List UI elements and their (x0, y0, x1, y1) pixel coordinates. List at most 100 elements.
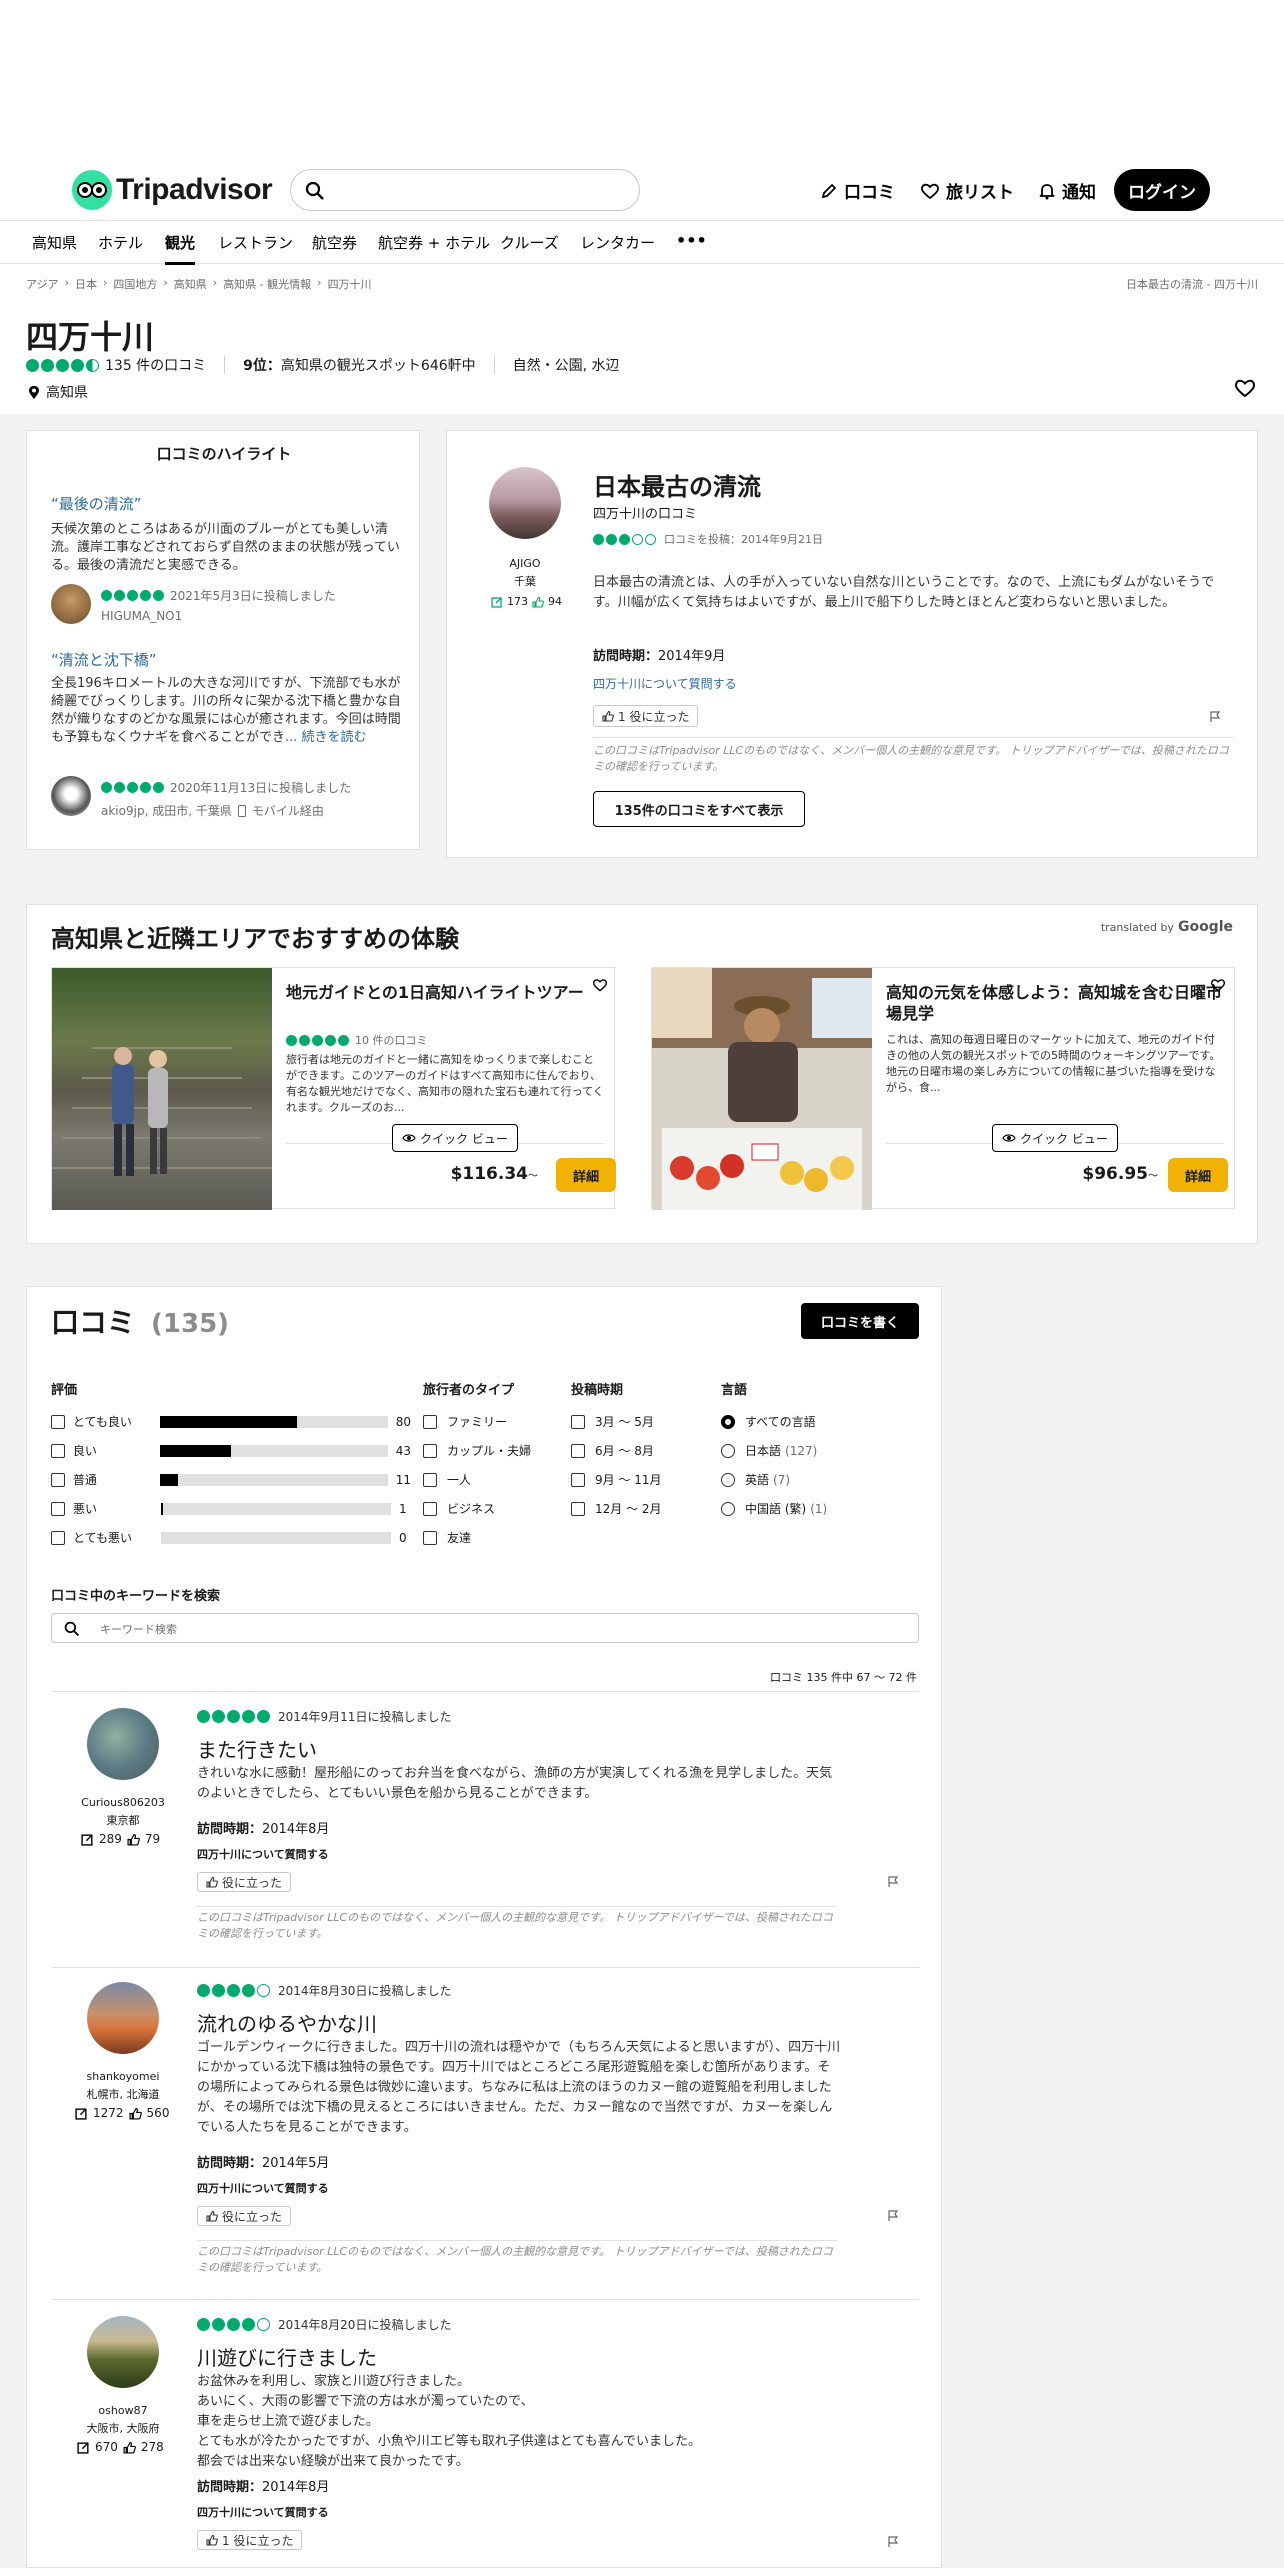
categories[interactable]: 自然・公園, 水辺 (513, 355, 620, 375)
write-review-button[interactable]: 口コミを書く (801, 1303, 919, 1339)
language-filter-option[interactable]: 英語 (7) (721, 1465, 827, 1494)
rating-filter-row[interactable]: 良い 43 (51, 1436, 411, 1465)
checkbox[interactable] (571, 1501, 585, 1516)
review-title[interactable]: 流れのゆるやかな川 (197, 2008, 377, 2037)
flag-icon[interactable] (887, 2210, 899, 2222)
reviewer-name[interactable]: shankoyomei (51, 2070, 195, 2083)
experience-photo[interactable] (52, 968, 272, 1210)
experience-reviews[interactable]: 10 件の口コミ (355, 1032, 428, 1048)
ask-question-link[interactable]: 四万十川について質問する (197, 2180, 329, 2196)
trips-link[interactable]: 旅リスト (920, 178, 1014, 203)
featured-title[interactable]: 日本最古の清流 (593, 467, 761, 502)
radio-button[interactable] (721, 1414, 735, 1429)
radio-button[interactable] (721, 1443, 735, 1458)
experience-title[interactable]: 地元ガイドとの1日高知ハイライトツアー (286, 982, 604, 1003)
nav-item-hotels[interactable]: ホテル (98, 232, 143, 253)
login-button[interactable]: ログイン (1114, 169, 1210, 211)
rating-filter-row[interactable]: 悪い 1 (51, 1494, 411, 1523)
highlight-quote[interactable]: “清流と沈下橋” (51, 649, 157, 670)
checkbox[interactable] (571, 1472, 585, 1487)
helpful-button[interactable]: 役に立った (197, 2206, 292, 2226)
ask-question-link[interactable]: 四万十川について質問する (593, 675, 737, 692)
breadcrumb-item[interactable]: 高知県 - 観光情報 (223, 276, 311, 292)
review-title[interactable]: また行きたい (197, 1734, 317, 1763)
period-filter-option[interactable]: 12月 ～ 2月 (571, 1494, 662, 1523)
quick-view-button[interactable]: クイック ビュー (392, 1124, 518, 1152)
breadcrumb-item[interactable]: 日本 (75, 276, 97, 292)
helpful-button[interactable]: 1 役に立った (593, 705, 699, 727)
rating-filter-row[interactable]: とても良い 80 (51, 1407, 411, 1436)
traveler-filter-option[interactable]: ビジネス (423, 1494, 531, 1523)
traveler-filter-option[interactable]: 友達 (423, 1523, 531, 1552)
traveler-filter-option[interactable]: ファミリー (423, 1407, 531, 1436)
experience-title[interactable]: 高知の元気を体感しよう：高知城を含む日曜市場見学 (886, 982, 1224, 1024)
highlight-quote[interactable]: “最後の清流” (51, 493, 142, 514)
avatar[interactable] (87, 1708, 159, 1780)
rating-filter-row[interactable]: 普通 11 (51, 1465, 411, 1494)
avatar[interactable] (87, 1982, 159, 2054)
experience-photo[interactable] (652, 968, 872, 1210)
language-filter-option[interactable]: 中国語 (繁) (1) (721, 1494, 827, 1523)
checkbox[interactable] (51, 1443, 65, 1458)
alerts-link[interactable]: 通知 (1038, 178, 1096, 203)
featured-user-name[interactable]: AJIGO (477, 557, 573, 570)
flag-icon[interactable] (887, 1876, 899, 1888)
avatar[interactable] (51, 776, 91, 816)
breadcrumb-item[interactable]: 四国地方 (113, 276, 157, 292)
flag-icon[interactable] (887, 2536, 899, 2548)
logo[interactable]: Tripadvisor (72, 170, 273, 210)
save-heart-icon[interactable] (1234, 378, 1256, 398)
checkbox[interactable] (51, 1530, 65, 1545)
period-filter-option[interactable]: 3月 ～ 5月 (571, 1407, 662, 1436)
ask-question-link[interactable]: 四万十川について質問する (197, 1846, 329, 1862)
reviewer-name[interactable]: oshow87 (51, 2404, 195, 2417)
checkbox[interactable] (423, 1414, 437, 1429)
quick-view-button[interactable]: クイック ビュー (992, 1124, 1118, 1152)
nav-item-attractions[interactable]: 観光 (165, 232, 196, 265)
highlight-user[interactable]: akio9jp, 成田市, 千葉県 (101, 802, 232, 819)
show-all-reviews-button[interactable]: 135件の口コミをすべて表示 (593, 791, 805, 827)
experience-item[interactable]: 地元ガイドとの1日高知ハイライトツアー 10 件の口コミ 旅行者は地元のガイドと… (51, 967, 616, 1210)
checkbox[interactable] (51, 1472, 65, 1487)
checkbox[interactable] (423, 1443, 437, 1458)
nav-item-restaurants[interactable]: レストラン (218, 232, 293, 253)
radio-button[interactable] (721, 1472, 735, 1487)
rating-filter-row[interactable]: とても悪い 0 (51, 1523, 411, 1552)
review-title[interactable]: 川遊びに行きました (197, 2342, 377, 2371)
traveler-filter-option[interactable]: 一人 (423, 1465, 531, 1494)
nav-item-rental-cars[interactable]: レンタカー (580, 232, 655, 253)
checkbox[interactable] (423, 1530, 437, 1545)
nav-item-flight-hotel[interactable]: 航空券 + ホテル (378, 232, 490, 253)
checkbox[interactable] (571, 1443, 585, 1458)
nav-more-button[interactable]: ••• (676, 231, 707, 250)
traveler-filter-option[interactable]: カップル・夫婦 (423, 1436, 531, 1465)
avatar[interactable] (87, 2316, 159, 2388)
save-heart-icon[interactable] (1210, 978, 1226, 992)
ask-question-link[interactable]: 四万十川について質問する (197, 2504, 329, 2520)
flag-icon[interactable] (1209, 711, 1221, 723)
search-input[interactable] (290, 169, 640, 211)
avatar[interactable] (489, 467, 561, 539)
experience-item[interactable]: 高知の元気を体感しよう：高知城を含む日曜市場見学 これは、高知の毎週日曜日のマー… (651, 967, 1235, 1210)
save-heart-icon[interactable] (592, 978, 608, 992)
nav-item-flights[interactable]: 航空券 (312, 232, 357, 253)
nav-item-kochi[interactable]: 高知県 (32, 232, 77, 253)
helpful-button[interactable]: 役に立った (197, 1872, 292, 1892)
period-filter-option[interactable]: 6月 ～ 8月 (571, 1436, 662, 1465)
helpful-button[interactable]: 1 役に立った (197, 2530, 303, 2550)
nav-item-cruises[interactable]: クルーズ (500, 232, 559, 253)
details-button[interactable]: 詳細 (556, 1158, 616, 1192)
checkbox[interactable] (423, 1501, 437, 1516)
period-filter-option[interactable]: 9月 ～ 11月 (571, 1465, 662, 1494)
read-more-link[interactable]: ... 続きを読む (285, 730, 367, 745)
review-count-link[interactable]: 135 件の口コミ (105, 355, 206, 375)
checkbox[interactable] (51, 1414, 65, 1429)
write-review-link[interactable]: 口コミ (820, 178, 895, 203)
checkbox[interactable] (51, 1501, 65, 1516)
checkbox[interactable] (423, 1472, 437, 1487)
language-filter-option[interactable]: すべての言語 (721, 1407, 827, 1436)
keyword-search-input[interactable]: キーワード検索 (51, 1613, 919, 1643)
reviewer-name[interactable]: Curious806203 (51, 1796, 195, 1809)
details-button[interactable]: 詳細 (1168, 1158, 1228, 1192)
avatar[interactable] (51, 584, 91, 624)
